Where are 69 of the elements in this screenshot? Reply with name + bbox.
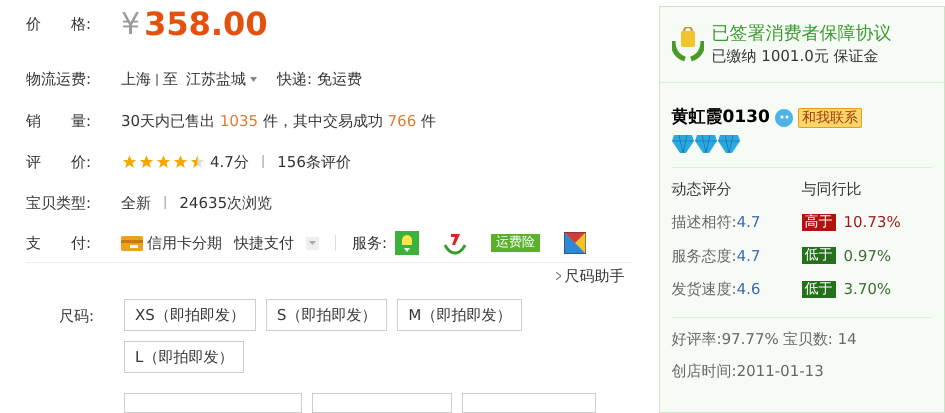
field-label: 尺码: <box>58 306 96 327</box>
currency-symbol: ¥ <box>121 6 140 44</box>
payment-method: 快捷支付 <box>234 233 294 254</box>
separator: | <box>163 194 168 212</box>
dropdown-button[interactable] <box>306 236 319 250</box>
colorful-square-icon <box>564 232 586 254</box>
column-heading: 与同行比 <box>802 178 862 200</box>
comparison-badge: 低于 <box>802 280 836 298</box>
size-option[interactable]: S（即拍即发） <box>266 299 388 331</box>
comparison-badge: 低于 <box>802 247 836 264</box>
payment-method: 信用卡分期 <box>147 233 222 254</box>
score-text: 描述相符:4.7 <box>672 212 762 233</box>
positive-rate: 好评率:97.77% <box>672 328 779 350</box>
caret-icon <box>250 76 258 82</box>
reviews-link[interactable]: 156条评价 <box>277 150 351 174</box>
seller-name: 黄虹霞0130 <box>672 106 770 129</box>
star-icon <box>172 154 189 170</box>
size-option[interactable]: M（即拍即发） <box>397 299 522 331</box>
star-icon <box>155 154 172 170</box>
chevron-icon <box>556 272 561 280</box>
contact-button[interactable]: 和我联系 <box>798 108 862 128</box>
guarantee-title: 已签署消费者保障协议 <box>712 22 892 44</box>
destination-dropdown[interactable]: 江苏盐城 <box>186 68 258 90</box>
comparison-percent: 10.73% <box>844 212 901 233</box>
view-count: 24635次浏览 <box>179 192 272 214</box>
field-label: 价 格: <box>26 14 92 35</box>
comparison-percent: 3.70% <box>844 279 892 300</box>
color-option[interactable] <box>462 393 596 413</box>
bell-icon <box>395 231 420 256</box>
hands-bag-icon <box>672 26 704 62</box>
size-option[interactable]: XS（即拍即发） <box>124 299 256 331</box>
color-option[interactable] <box>312 393 452 413</box>
star-icon <box>138 154 155 170</box>
color-option[interactable] <box>124 393 302 413</box>
services-label: 服务: <box>352 233 388 254</box>
field-label: 物流运费: <box>26 68 92 90</box>
chat-bubble-icon <box>774 108 794 128</box>
condition: 全新 <box>121 192 151 214</box>
insurance-badge: 运费险 <box>491 234 540 252</box>
diamond-icon <box>718 134 740 152</box>
comparison-badge: 高于 <box>802 214 836 231</box>
field-label: 销 量: <box>26 111 92 132</box>
diamond-icon <box>672 134 694 152</box>
field-label: 宝贝类型: <box>26 192 92 214</box>
column-heading: 动态评分 <box>672 178 733 200</box>
comparison-percent: 0.97% <box>844 246 892 266</box>
star-icon <box>121 154 138 170</box>
to-text: 至 <box>163 68 178 90</box>
separator: | <box>260 153 266 172</box>
field-label: 评 价: <box>26 152 92 173</box>
guarantee-deposit: 已缴纳 1001.0元 保证金 <box>712 46 880 66</box>
origin-city: 上海 <box>121 68 151 90</box>
price: 358.00 <box>144 4 268 45</box>
hands-seven-icon <box>443 231 468 256</box>
diamond-icon <box>694 134 717 152</box>
field-label: 支 付: <box>26 233 92 254</box>
size-option[interactable]: L（即拍即发） <box>124 341 244 373</box>
star-icon <box>189 154 206 170</box>
rating-score: 4.7分 <box>210 152 249 173</box>
item-count: 宝贝数: 14 <box>782 328 857 350</box>
score-text: 发货速度:4.6 <box>672 279 762 300</box>
credit-card-icon <box>121 236 143 251</box>
score-text: 服务态度:4.7 <box>672 246 762 266</box>
size-helper-link[interactable]: 尺码助手 <box>556 263 625 289</box>
separator: | <box>155 71 160 88</box>
sales-text: 30天内已售出 1035 件，其中交易成功 766 件 <box>121 111 436 132</box>
caret-icon <box>309 241 316 246</box>
shop-opened-date: 创店时间:2011-01-13 <box>672 361 825 382</box>
express-fee: 快递: 免运费 <box>277 68 362 90</box>
